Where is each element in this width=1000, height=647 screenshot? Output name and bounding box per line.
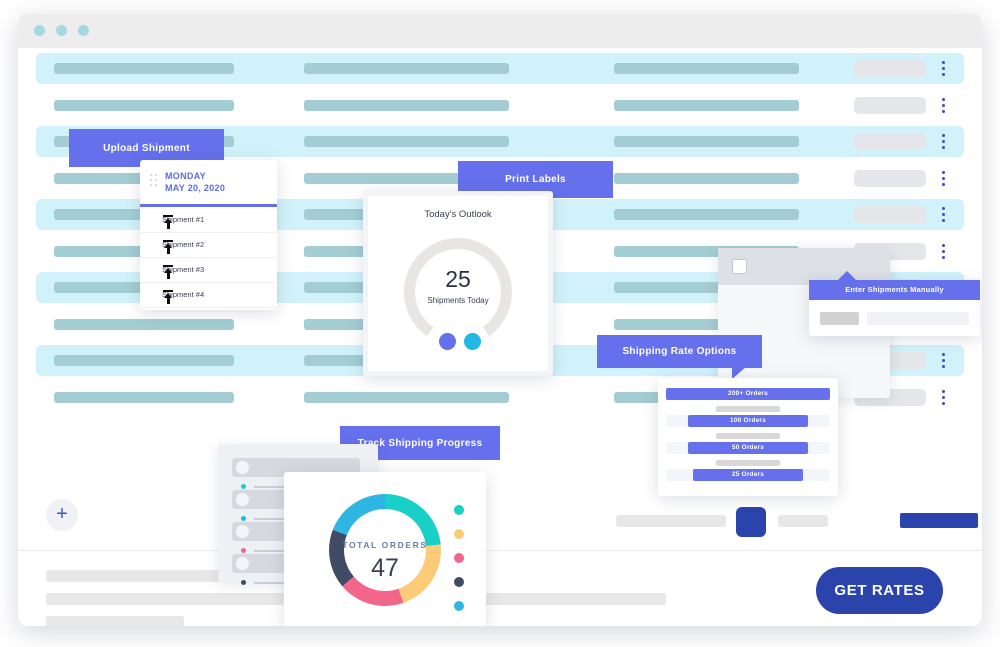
- shipping-rate-options-bubble-label: Shipping Rate Options: [622, 346, 737, 357]
- status-dot-icon: [241, 548, 246, 553]
- table-cell-placeholder: [54, 355, 234, 366]
- table-cell-placeholder: [854, 133, 926, 150]
- upload-shipment-bubble-label: Upload Shipment: [103, 142, 190, 154]
- table-row[interactable]: [36, 90, 964, 121]
- table-cell-placeholder: [54, 99, 234, 111]
- table-cell-placeholder: [54, 63, 234, 74]
- rate-option-button[interactable]: 50 Orders: [688, 442, 808, 454]
- shipping-rate-options-bubble[interactable]: Shipping Rate Options: [597, 335, 762, 379]
- upload-icon[interactable]: [162, 290, 174, 304]
- rate-option-button[interactable]: 200+ Orders: [666, 388, 830, 400]
- window-minimize-dot-icon[interactable]: [56, 25, 67, 36]
- more-vertical-icon[interactable]: [942, 353, 946, 369]
- table-cell-placeholder: [304, 136, 509, 147]
- print-labels-bubble-label: Print Labels: [505, 174, 566, 185]
- legend-dot-2: [454, 529, 464, 539]
- total-orders-card: TOTAL ORDERS 47: [284, 472, 486, 626]
- upload-card-date: MONDAY MAY 20, 2020: [165, 170, 225, 194]
- pagination[interactable]: [608, 507, 978, 537]
- pagination-current-page[interactable]: [736, 507, 766, 537]
- enter-manually-header: Enter Shipments Manually: [809, 280, 980, 300]
- shipping-rate-options-card: 200+ Orders 100 Orders 50 Orders 25 Orders: [658, 378, 838, 496]
- table-cell-placeholder: [854, 169, 926, 187]
- table-cell-placeholder: [614, 172, 799, 184]
- page-content: + GET RATES Upload Shipment MONDAY MAY 2…: [18, 48, 982, 626]
- more-vertical-icon[interactable]: [942, 207, 946, 223]
- more-vertical-icon[interactable]: [942, 170, 946, 187]
- footer-text-line: [46, 616, 184, 626]
- legend-dot-5: [454, 601, 464, 611]
- browser-chrome-bar: [18, 14, 982, 48]
- shipments-gauge-value: 25: [445, 266, 471, 292]
- legend-dot-1: [454, 505, 464, 515]
- upload-icon[interactable]: [162, 240, 174, 254]
- table-cell-placeholder: [54, 318, 234, 330]
- add-row-button[interactable]: +: [46, 499, 78, 531]
- todays-outlook-card: Today's Outlook 25 Shipments Today: [363, 191, 553, 376]
- upload-card-header: MONDAY MAY 20, 2020: [140, 160, 277, 207]
- table-cell-placeholder: [304, 391, 509, 403]
- table-cell-placeholder: [614, 63, 799, 74]
- table-cell-placeholder: [304, 99, 509, 111]
- upload-icon[interactable]: [162, 265, 174, 279]
- browser-window: + GET RATES Upload Shipment MONDAY MAY 2…: [18, 14, 982, 626]
- table-cell-placeholder: [854, 206, 926, 223]
- pagination-placeholder-right: [778, 515, 828, 527]
- rate-option-divider: [716, 460, 780, 466]
- table-cell-placeholder: [304, 63, 509, 74]
- gauge-marker-dot-2: [464, 333, 481, 350]
- total-orders-donut-chart: [329, 494, 441, 606]
- shipments-gauge-caption: Shipments Today: [427, 296, 489, 305]
- table-cell-placeholder: [614, 99, 799, 111]
- status-dot-icon: [241, 580, 246, 585]
- todays-outlook-title: Today's Outlook: [424, 209, 492, 220]
- total-orders-label: TOTAL ORDERS: [342, 540, 428, 550]
- pagination-next-button[interactable]: [900, 513, 978, 528]
- upload-icon[interactable]: [162, 215, 174, 229]
- table-row[interactable]: [36, 53, 964, 84]
- window-maximize-dot-icon[interactable]: [78, 25, 89, 36]
- drag-handle-icon[interactable]: [150, 174, 158, 188]
- gauge-marker-dot-1: [439, 333, 456, 350]
- total-orders-value: 47: [371, 554, 399, 582]
- status-dot-icon: [241, 484, 246, 489]
- rate-option-button[interactable]: 25 Orders: [693, 469, 803, 481]
- more-vertical-icon[interactable]: [942, 61, 946, 77]
- rate-option-divider: [716, 433, 780, 439]
- more-vertical-icon[interactable]: [942, 134, 946, 150]
- checkbox-icon[interactable]: [732, 259, 747, 274]
- table-cell-placeholder: [54, 391, 234, 403]
- pagination-placeholder-left: [616, 515, 726, 527]
- get-rates-button[interactable]: GET RATES: [816, 567, 943, 614]
- footer-divider: [18, 550, 982, 551]
- enter-shipments-manually-card: Enter Shipments Manually: [809, 271, 980, 336]
- upload-card-date-weekday: MONDAY: [165, 171, 206, 181]
- upload-shipment-row[interactable]: Shipment #2: [140, 232, 277, 258]
- more-vertical-icon[interactable]: [942, 389, 946, 406]
- table-cell-placeholder: [854, 60, 926, 77]
- more-vertical-icon[interactable]: [942, 243, 946, 260]
- more-vertical-icon[interactable]: [942, 97, 946, 114]
- manual-entry-input[interactable]: [867, 312, 969, 325]
- upload-shipment-row[interactable]: Shipment #1: [140, 207, 277, 233]
- table-cell-placeholder: [854, 96, 926, 114]
- table-cell-placeholder: [614, 209, 799, 220]
- table-cell-placeholder: [614, 136, 799, 147]
- rate-option-divider: [716, 406, 780, 412]
- upload-card-date-full: MAY 20, 2020: [165, 183, 226, 193]
- upload-shipment-row[interactable]: Shipment #4: [140, 282, 277, 308]
- upload-shipment-card: MONDAY MAY 20, 2020 Shipment #1 Shipment …: [140, 160, 277, 310]
- status-dot-icon: [241, 516, 246, 521]
- manual-entry-chip[interactable]: [820, 312, 859, 325]
- rate-option-button[interactable]: 100 Orders: [688, 415, 808, 427]
- upload-shipment-row[interactable]: Shipment #3: [140, 257, 277, 283]
- window-close-dot-icon[interactable]: [34, 25, 45, 36]
